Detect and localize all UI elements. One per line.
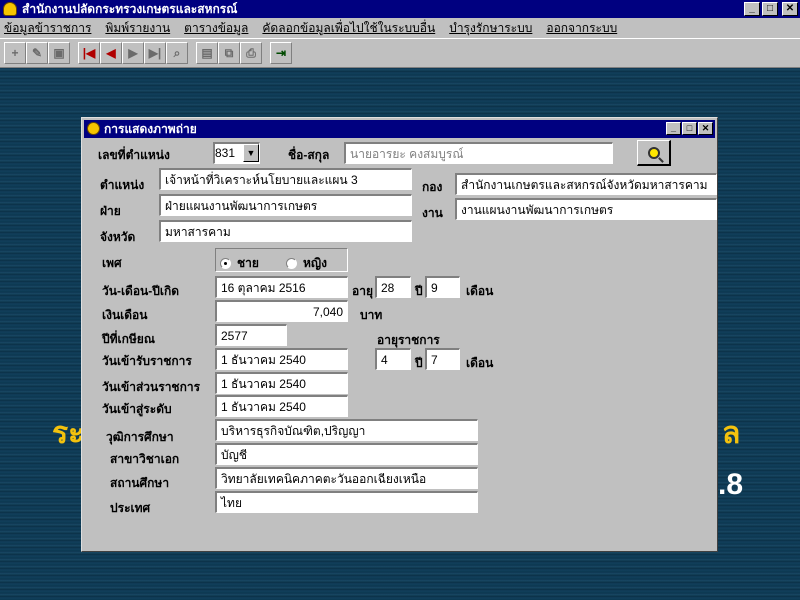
salary-label: เงินเดือน xyxy=(102,308,148,322)
entry-date-field[interactable]: 1 ธันวาคม 2540 xyxy=(215,348,348,370)
child-window-title: การแสดงภาพถ่าย xyxy=(104,122,197,136)
age-month-unit: เดือน xyxy=(466,284,494,298)
find-icon[interactable]: ⌕ xyxy=(166,42,188,64)
sex-label: เพศ xyxy=(102,256,122,270)
child-close-button[interactable]: ✕ xyxy=(698,122,713,135)
retire-year-label: ปีที่เกษียณ xyxy=(102,332,155,346)
country-label: ประเทศ xyxy=(110,501,151,515)
close-button[interactable]: ✕ xyxy=(782,2,798,16)
position-no-value: 831 xyxy=(215,146,236,160)
major-label: สาขาวิชาเอก xyxy=(110,452,180,466)
menu-bar: ข้อมูลข้าราชการ พิมพ์รายงาน ตารางข้อมูล … xyxy=(0,18,800,38)
agency-entry-label: วันเข้าส่วนราชการ xyxy=(102,380,201,394)
province-label: จังหวัด xyxy=(100,230,136,244)
add-icon[interactable]: + xyxy=(4,42,26,64)
search-button[interactable] xyxy=(637,140,671,166)
radio-unselected-icon xyxy=(286,258,297,269)
name-label: ชื่อ-สกุล xyxy=(288,148,330,162)
child-window-icon xyxy=(87,122,100,135)
app-icon xyxy=(3,2,17,16)
sex-female-label: หญิง xyxy=(303,256,327,270)
last-record-icon[interactable]: ▶| xyxy=(144,42,166,64)
restore-button[interactable]: □ xyxy=(762,2,778,16)
previous-record-icon[interactable]: ◀ xyxy=(100,42,122,64)
child-minimize-button[interactable]: _ xyxy=(666,122,681,135)
work-label: งาน xyxy=(422,206,443,220)
app-title: สำนักงานปลัดกระทรวงเกษตรและสหกรณ์ xyxy=(22,2,238,16)
service-year-unit: ปี xyxy=(415,356,423,370)
next-record-icon[interactable]: ▶ xyxy=(122,42,144,64)
child-window-controls: _ □ ✕ xyxy=(666,122,713,135)
background-banner-text-left: ระ xyxy=(52,417,85,450)
minimize-button[interactable]: _ xyxy=(744,2,760,16)
background-version-text: .8 xyxy=(718,468,744,501)
sex-female-radio[interactable]: หญิง xyxy=(286,254,327,273)
salary-field[interactable]: 7,040 xyxy=(215,300,348,322)
position-no-combo[interactable]: 831 ▼ xyxy=(213,142,260,164)
save-icon[interactable]: ▣ xyxy=(48,42,70,64)
first-record-icon[interactable]: |◀ xyxy=(78,42,100,64)
child-maximize-button[interactable]: □ xyxy=(682,122,697,135)
position-field[interactable]: เจ้าหน้าที่วิเคราะห์นโยบายและแผน 3 xyxy=(159,168,412,190)
name-field[interactable]: นายอารยะ คงสมบูรณ์ xyxy=(344,142,613,164)
sex-male-radio[interactable]: ชาย xyxy=(220,254,259,273)
background-banner-text-right: ล xyxy=(722,417,741,450)
agency-entry-field[interactable]: 1 ธันวาคม 2540 xyxy=(215,372,348,394)
province-field[interactable]: มหาสารคาม xyxy=(159,220,412,242)
work-field[interactable]: งานแผนงานพัฒนาการเกษตร xyxy=(455,198,717,220)
menu-print-report[interactable]: พิมพ์รายงาน xyxy=(105,19,170,38)
toolbar: + ✎ ▣ |◀ ◀ ▶ ▶| ⌕ ▤ ⧉ ⎙ ⇥ xyxy=(0,38,800,68)
age-year-unit: ปี xyxy=(415,284,423,298)
service-months-field[interactable]: 7 xyxy=(425,348,460,370)
age-label: อายุ xyxy=(352,284,373,298)
position-label: ตำแหน่ง xyxy=(100,178,145,192)
photo-display-window: การแสดงภาพถ่าย _ □ ✕ เลขที่ตำแหน่ง 831 ▼… xyxy=(81,117,718,552)
birth-date-label: วัน-เดือน-ปีเกิด xyxy=(102,284,180,298)
degree-label: วุฒิการศึกษา xyxy=(106,430,174,444)
window-controls: _ □ ✕ xyxy=(744,2,798,16)
level-entry-field[interactable]: 1 ธันวาคม 2540 xyxy=(215,395,348,417)
service-month-unit: เดือน xyxy=(466,356,494,370)
division-field[interactable]: สำนักงานเกษตรและสหกรณ์จังหวัดมหาสารคาม xyxy=(455,173,717,195)
age-months-field[interactable]: 9 xyxy=(425,276,460,298)
degree-field[interactable]: บริหารธุรกิจบัณฑิต,ปริญญา xyxy=(215,419,478,441)
menu-export-data[interactable]: คัดลอกข้อมูลเพื่อไปใช้ในระบบอื่น xyxy=(262,19,435,38)
institute-field[interactable]: วิทยาลัยเทคนิคภาคตะวันออกเฉียงเหนือ xyxy=(215,467,478,489)
major-field[interactable]: บัญชี xyxy=(215,443,478,465)
chevron-down-icon[interactable]: ▼ xyxy=(243,144,259,162)
level-entry-label: วันเข้าสู่ระดับ xyxy=(102,402,172,416)
menu-maintenance[interactable]: บำรุงรักษาระบบ xyxy=(449,19,532,38)
service-years-field[interactable]: 4 xyxy=(375,348,411,370)
menu-exit[interactable]: ออกจากระบบ xyxy=(546,19,617,38)
copy-icon[interactable]: ⧉ xyxy=(218,42,240,64)
salary-baht-label: บาท xyxy=(360,308,383,322)
menu-personnel-data[interactable]: ข้อมูลข้าราชการ xyxy=(4,19,91,38)
position-no-label: เลขที่ตำแหน่ง xyxy=(98,148,170,162)
age-years-field[interactable]: 28 xyxy=(375,276,411,298)
division-label: กอง xyxy=(422,180,443,194)
search-icon xyxy=(647,146,660,159)
print-preview-icon[interactable]: ▤ xyxy=(196,42,218,64)
section-field[interactable]: ฝ่ายแผนงานพัฒนาการเกษตร xyxy=(159,194,412,216)
entry-date-label: วันเข้ารับราชการ xyxy=(102,354,192,368)
child-title-bar: การแสดงภาพถ่าย _ □ ✕ xyxy=(84,120,715,138)
retire-year-field[interactable]: 2577 xyxy=(215,324,287,346)
radio-selected-icon xyxy=(220,258,231,269)
exit-door-icon[interactable]: ⇥ xyxy=(270,42,292,64)
sex-male-label: ชาย xyxy=(237,256,259,270)
institute-label: สถานศึกษา xyxy=(110,476,170,490)
section-label: ฝ่าย xyxy=(100,204,121,218)
birth-date-field[interactable]: 16 ตุลาคม 2516 xyxy=(215,276,348,298)
print-icon[interactable]: ⎙ xyxy=(240,42,262,64)
menu-data-tables[interactable]: ตารางข้อมูล xyxy=(184,19,248,38)
app-title-bar: สำนักงานปลัดกระทรวงเกษตรและสหกรณ์ _ □ ✕ xyxy=(0,0,800,18)
country-field[interactable]: ไทย xyxy=(215,491,478,513)
edit-icon[interactable]: ✎ xyxy=(26,42,48,64)
